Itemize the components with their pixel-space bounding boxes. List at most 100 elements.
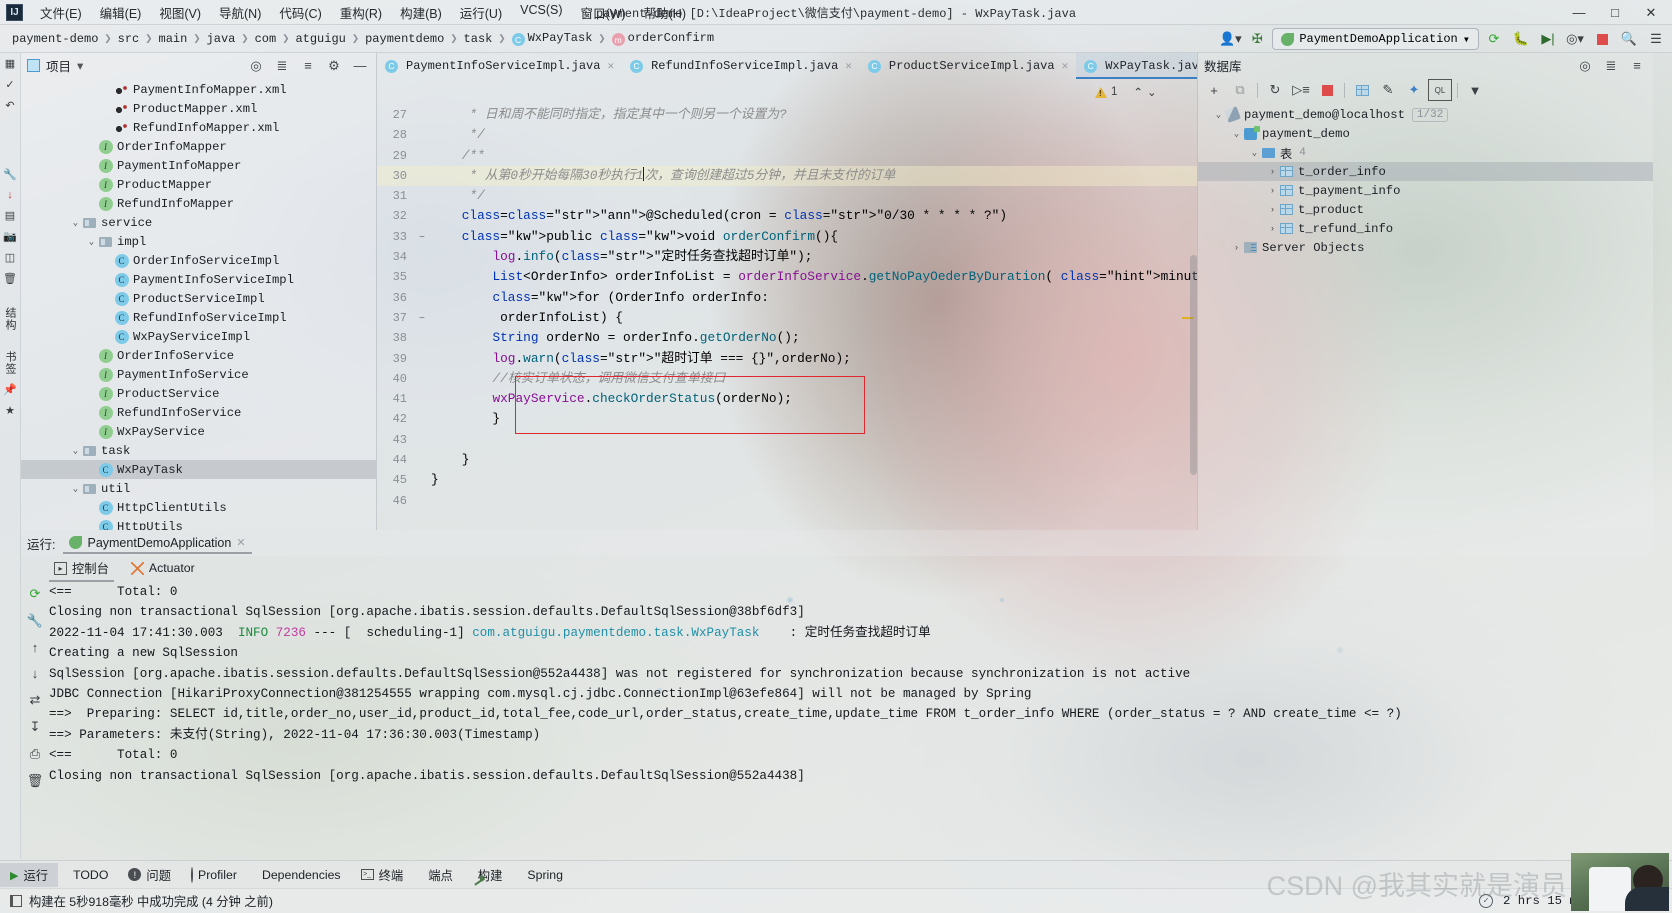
tree-item[interactable]: ProductMapper.xml [21,99,376,118]
soft-wrap-icon[interactable]: ⇄ [30,692,41,708]
menu-item-10[interactable]: 帮助(H) [635,0,695,25]
tree-item[interactable]: ⌄ task [21,441,376,460]
breadcrumb-item-paymentdemo[interactable]: paymentdemo [361,30,448,48]
tree-item[interactable]: I PaymentInfoMapper [21,156,376,175]
close-icon[interactable]: ✕ [1062,59,1069,73]
menu-item-2[interactable]: 视图(V) [150,0,210,25]
chevron-right-icon[interactable]: › [1266,181,1279,200]
close-icon[interactable]: ✕ [845,59,852,73]
project-file-tree[interactable]: PaymentInfoMapper.xml ProductMapper.xml Re… [21,78,376,530]
tree-item[interactable]: ⌄ impl [21,232,376,251]
bottom-bar-item---[interactable]: 端点 [413,863,463,887]
breadcrumb-item-task[interactable]: task [460,30,497,48]
menu-item-5[interactable]: 重构(R) [331,0,391,25]
run-tab-paymentdemoapplication[interactable]: PaymentDemoApplication ✕ [63,534,252,554]
db-tree-item[interactable]: › t_order_info [1198,162,1653,181]
menu-item-3[interactable]: 导航(N) [210,0,270,25]
locate-icon[interactable]: ◎ [246,56,266,76]
db-tree-item[interactable]: ⌄ payment_demo@localhost 1/32 [1198,105,1653,124]
chevron-right-icon[interactable]: › [1266,162,1279,181]
maximize-button[interactable]: □ [1598,1,1632,25]
modify-icon[interactable]: ✎ [1376,79,1400,101]
tree-item[interactable]: C ProductServiceImpl [21,289,376,308]
table-editor-icon[interactable] [1350,79,1374,101]
console-output[interactable]: <== Total: 0 Closing non transactional Sq… [49,582,1653,860]
terminal-icon[interactable]: ▤ [5,209,15,222]
collapse-all-icon[interactable]: ≡ [1627,56,1647,76]
breadcrumb-item-src[interactable]: src [114,30,144,48]
menu-item-6[interactable]: 构建(B) [391,0,451,25]
settings-gear-icon[interactable]: ⚙ [324,56,344,76]
close-icon[interactable]: ✕ [607,59,614,73]
tree-item[interactable]: I PaymentInfoService [21,365,376,384]
tree-item[interactable]: I OrderInfoMapper [21,137,376,156]
editor-tab-paymentinfoserviceimpl-java[interactable]: C PaymentInfoServiceImpl.java ✕ [377,53,622,79]
clear-all-icon[interactable]: 🗑 [27,773,44,789]
pull-requests-icon[interactable]: ↶ [5,99,14,112]
download-icon[interactable]: ↓ [7,189,13,201]
sync-icon[interactable]: ✦ [1402,79,1426,101]
breadcrumb-item-wxpaytask[interactable]: C WxPayTask [508,29,597,49]
add-icon[interactable]: + [1202,79,1226,101]
chevron-down-icon[interactable]: ⌄ [1230,124,1243,143]
chevron-down-icon[interactable]: ⌄ [1248,143,1261,162]
favorites-star-icon[interactable]: ★ [5,404,15,417]
bottom-bar-item-spring[interactable]: Spring [512,865,573,885]
breadcrumb-item-orderconfirm[interactable]: m orderConfirm [608,29,718,49]
bottom-bar-item---[interactable]: ! 问题 [118,863,181,887]
profiler-icon[interactable]: ◎▾ [1563,27,1587,51]
tree-item[interactable]: RefundInfoMapper.xml [21,118,376,137]
delete-icon[interactable]: 🗑 [3,272,17,285]
db-tree-item[interactable]: › Server Objects [1198,238,1653,257]
chevron-right-icon[interactable]: › [1266,219,1279,238]
db-tree-item[interactable]: › t_refund_info [1198,219,1653,238]
tree-item[interactable]: I OrderInfoService [21,346,376,365]
pin-icon[interactable]: 📌 [3,383,17,396]
breadcrumb-item-payment-demo[interactable]: payment-demo [8,30,102,48]
db-tree-item[interactable]: ⌄ 表 4 [1198,143,1653,162]
fold-icon[interactable]: − [413,229,431,249]
code-editor[interactable]: 27 * 日和周不能同时指定，指定其中一个则另一个设置为? 28 */29 /**… [377,105,1197,530]
tree-item[interactable]: I RefundInfoMapper [21,194,376,213]
stop-icon[interactable] [1315,79,1339,101]
chevron-down-icon[interactable]: ⌄ [69,441,82,460]
close-button[interactable]: ✕ [1634,1,1668,25]
prev-problem-icon[interactable]: ⌃ [1133,85,1143,99]
bottom-bar-item-todo[interactable]: TODO [58,865,118,885]
tree-item[interactable]: I ProductMapper [21,175,376,194]
tree-item[interactable]: C OrderInfoServiceImpl [21,251,376,270]
print-icon[interactable]: ⎙ [30,746,40,762]
bottom-bar-item-profiler[interactable]: Profiler [181,865,247,885]
locate-icon[interactable]: ◎ [1575,56,1595,76]
db-tree-item[interactable]: › t_payment_info [1198,181,1653,200]
bottom-bar-item-dependencies[interactable]: Dependencies [247,865,351,885]
debug-icon[interactable]: 🐛 [1509,27,1533,51]
menu-item-9[interactable]: 窗口(W) [572,0,635,25]
chevron-down-icon[interactable]: ⌄ [69,213,82,232]
build-hammer-icon[interactable]: ✠ [1245,27,1269,51]
tab-actuator[interactable]: Actuator [126,559,200,579]
db-tree-item[interactable]: ⌄ payment_demo [1198,124,1653,143]
tree-item[interactable]: I WxPayService [21,422,376,441]
next-problem-icon[interactable]: ⌄ [1147,85,1157,99]
tree-item[interactable]: PaymentInfoMapper.xml [21,80,376,99]
rerun-icon[interactable]: ⟳ [30,586,41,602]
scroll-to-end-icon[interactable]: ↧ [30,719,41,735]
tree-item[interactable]: C WxPayServiceImpl [21,327,376,346]
db-tree-item[interactable]: › t_product [1198,200,1653,219]
tree-item[interactable]: C HttpUtils [21,517,376,530]
scroll-down-icon[interactable]: ↓ [32,666,39,681]
project-icon[interactable]: ▦ [5,57,15,70]
run-icon[interactable]: ⟳ [1482,27,1506,51]
run-configuration-selector[interactable]: PaymentDemoApplication ▾ [1272,28,1479,50]
tree-item[interactable]: I RefundInfoService [21,403,376,422]
wrench-icon[interactable]: 🔧 [27,613,43,629]
editor-tab-wxpaytask-java[interactable]: CWxPayTask.java✕ [1076,53,1197,79]
tree-item[interactable]: C RefundInfoServiceImpl [21,308,376,327]
refresh-icon[interactable]: ↻ [1263,79,1287,101]
breadcrumb-item-java[interactable]: java [203,30,240,48]
scroll-up-icon[interactable]: ↑ [32,640,39,655]
run-sql-icon[interactable]: ▷≡ [1289,79,1313,101]
fold-icon[interactable]: − [413,310,431,330]
bottom-bar-item---[interactable]: ▶ 运行 [0,862,59,887]
